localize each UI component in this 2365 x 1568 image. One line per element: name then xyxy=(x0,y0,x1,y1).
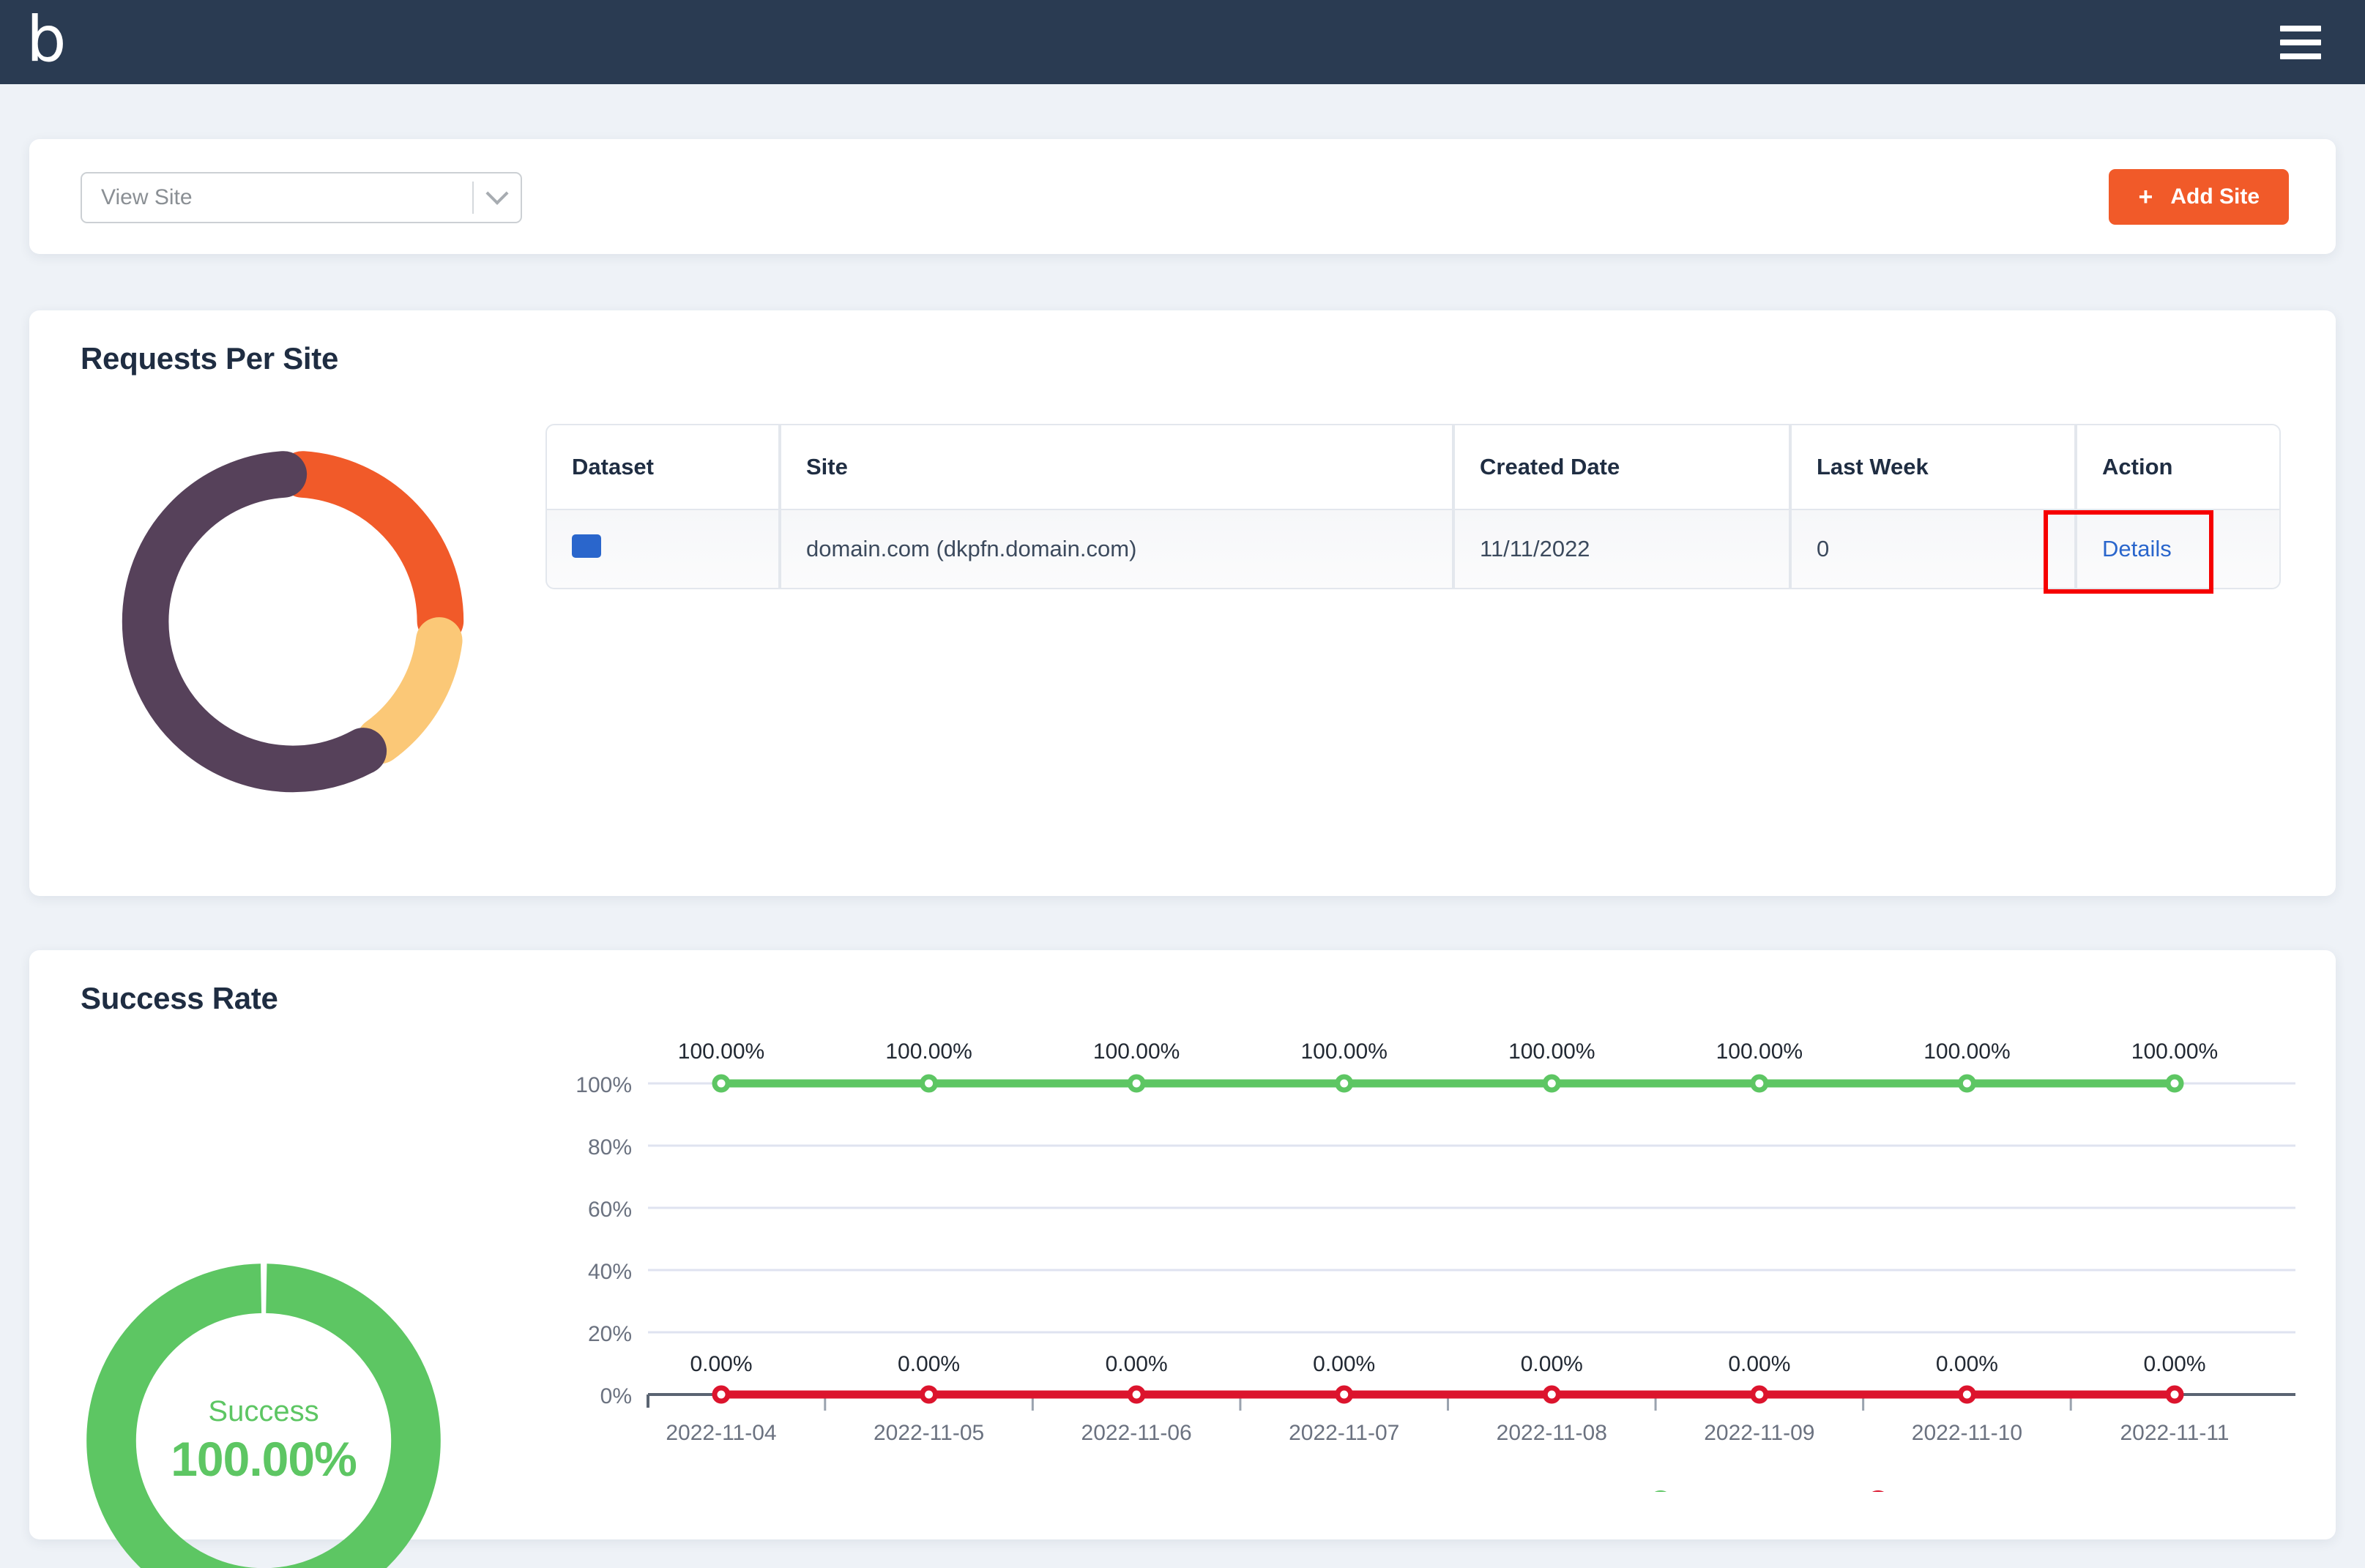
data-point-label: 100.00% xyxy=(1093,1039,1180,1064)
hamburger-bar xyxy=(2280,53,2321,59)
th-site: Site xyxy=(780,424,1453,510)
success-rate-donut-chart xyxy=(86,1263,441,1568)
site-name[interactable]: domain.com (dkpfn.domain.com) xyxy=(806,536,1136,561)
x-axis-tick-label: 2022-11-08 xyxy=(1497,1421,1607,1445)
th-dataset: Dataset xyxy=(545,424,780,510)
data-point-errors-2 xyxy=(1127,1385,1146,1404)
data-point-successes-5 xyxy=(1750,1074,1769,1093)
requests-per-site-card: Requests Per Site Dataset Site Created D… xyxy=(29,310,2336,896)
cell-last-week: 0 xyxy=(1790,510,2076,589)
data-point-successes-0 xyxy=(712,1074,731,1093)
table-header-row: Dataset Site Created Date Last Week Acti… xyxy=(545,424,2281,510)
x-axis-tick-label: 2022-11-06 xyxy=(1081,1421,1192,1445)
x-axis-tick-label: 2022-11-05 xyxy=(874,1421,984,1445)
data-point-label: 100.00% xyxy=(1300,1039,1387,1064)
data-point-label: 0.00% xyxy=(1936,1352,1998,1376)
top-navbar: b xyxy=(0,0,2365,84)
y-axis-tick-label: 60% xyxy=(588,1198,632,1222)
data-point-label: 0.00% xyxy=(1313,1352,1375,1376)
data-point-label: 0.00% xyxy=(690,1352,752,1376)
sites-table: Dataset Site Created Date Last Week Acti… xyxy=(545,424,2281,589)
th-last-week: Last Week xyxy=(1790,424,2076,510)
data-point-errors-0 xyxy=(712,1385,731,1404)
data-point-label: 0.00% xyxy=(1728,1352,1790,1376)
table-body: domain.com (dkpfn.domain.com) 11/11/2022… xyxy=(545,510,2281,589)
data-point-label: 100.00% xyxy=(1508,1039,1595,1064)
add-site-button[interactable]: + Add Site xyxy=(2109,169,2289,225)
data-point-label: 100.00% xyxy=(1716,1039,1803,1064)
data-point-successes-7 xyxy=(2165,1074,2184,1093)
y-axis-tick-label: 100% xyxy=(576,1073,632,1097)
data-point-successes-6 xyxy=(1957,1074,1976,1093)
cell-dataset xyxy=(545,510,780,589)
data-point-errors-3 xyxy=(1335,1385,1354,1404)
th-created-date: Created Date xyxy=(1453,424,1790,510)
brand-logo[interactable]: b xyxy=(26,8,67,71)
data-point-errors-4 xyxy=(1542,1385,1561,1404)
th-action: Action xyxy=(2076,424,2281,510)
details-link[interactable]: Details xyxy=(2102,536,2172,561)
chevron-glyph xyxy=(485,182,509,205)
data-point-successes-1 xyxy=(920,1074,939,1093)
toolbar-card: View Site + Add Site xyxy=(29,139,2336,254)
data-point-errors-5 xyxy=(1750,1385,1769,1404)
add-site-label: Add Site xyxy=(2170,184,2260,209)
dataset-color-swatch xyxy=(572,534,601,558)
x-axis-tick-label: 2022-11-10 xyxy=(1912,1421,2022,1445)
site-select-value: View Site xyxy=(101,185,193,209)
data-point-label: 0.00% xyxy=(1521,1352,1583,1376)
x-axis-tick-label: 2022-11-09 xyxy=(1704,1421,1814,1445)
data-point-errors-7 xyxy=(2165,1385,2184,1404)
data-point-label: 0.00% xyxy=(1106,1352,1168,1376)
legend-label-successes: Successes xyxy=(1694,1491,1804,1492)
data-point-errors-6 xyxy=(1957,1385,1976,1404)
x-axis-tick-label: 2022-11-07 xyxy=(1289,1421,1399,1445)
data-point-successes-3 xyxy=(1335,1074,1354,1093)
success-rate-line-chart: 100.00% 100.00% 100.00% 100.00% 100.00% 100.0… xyxy=(576,1039,2295,1492)
y-axis-tick-label: 20% xyxy=(588,1322,632,1346)
data-point-label: 0.00% xyxy=(898,1352,960,1376)
success-rate-card: Success Rate Success 100.00% 100.00% 100.… xyxy=(29,950,2336,1568)
table-header: Dataset Site Created Date Last Week Acti… xyxy=(545,424,2281,510)
data-point-label: 100.00% xyxy=(2131,1039,2218,1064)
data-point-label: 100.00% xyxy=(1923,1039,2010,1064)
data-point-errors-1 xyxy=(920,1385,939,1404)
y-axis-tick-label: 40% xyxy=(588,1260,632,1284)
data-point-successes-2 xyxy=(1127,1074,1146,1093)
plus-icon: + xyxy=(2138,183,2153,211)
data-point-label: 100.00% xyxy=(885,1039,972,1064)
y-axis-tick-label: 0% xyxy=(600,1384,632,1408)
y-axis-tick-label: 80% xyxy=(588,1135,632,1160)
site-select[interactable]: View Site xyxy=(81,172,522,223)
cell-site: domain.com (dkpfn.domain.com) xyxy=(780,510,1453,589)
x-axis-tick-label: 2022-11-11 xyxy=(2120,1421,2229,1445)
cell-created-date: 11/11/2022 xyxy=(1453,510,1790,589)
hamburger-bar xyxy=(2280,25,2321,31)
success-section-title: Success Rate xyxy=(81,981,278,1015)
requests-section-title: Requests Per Site xyxy=(81,341,339,376)
requests-donut-chart xyxy=(122,450,464,793)
x-axis-tick-label: 2022-11-04 xyxy=(666,1421,776,1445)
hamburger-bar xyxy=(2280,39,2321,45)
hamburger-menu-icon[interactable] xyxy=(2280,25,2321,59)
chevron-down-icon[interactable] xyxy=(474,182,521,206)
legend-label-errors: Errors xyxy=(1912,1491,1973,1492)
donut-segment-0 xyxy=(86,1263,441,1568)
cell-action: Details xyxy=(2076,510,2281,589)
data-point-label: 100.00% xyxy=(678,1039,764,1064)
data-point-successes-4 xyxy=(1542,1074,1561,1093)
data-point-label: 0.00% xyxy=(2143,1352,2205,1376)
table-row[interactable]: domain.com (dkpfn.domain.com) 11/11/2022… xyxy=(545,510,2281,589)
